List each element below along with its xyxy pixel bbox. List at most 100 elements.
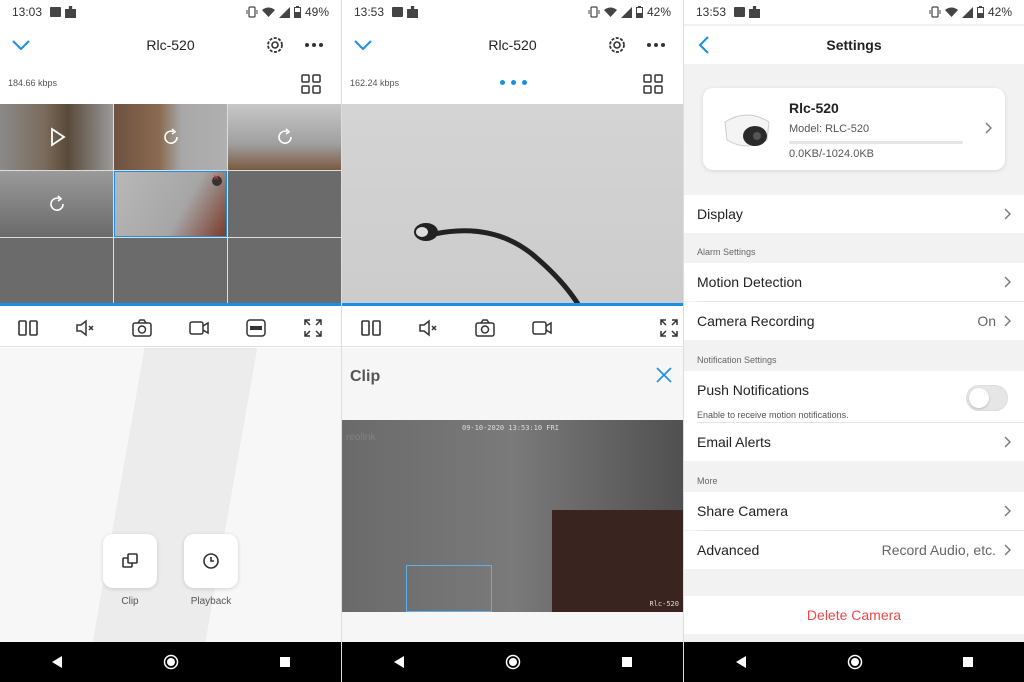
fullscreen-icon[interactable] — [302, 317, 324, 339]
live-video-feed[interactable] — [342, 104, 683, 304]
battery-icon — [293, 6, 301, 18]
push-notifications-subtitle: Enable to receive motion notifications. — [697, 410, 849, 420]
signal-icon — [961, 6, 973, 18]
camera-tile[interactable] — [114, 104, 227, 170]
split-view-icon[interactable] — [17, 317, 39, 339]
playback-action[interactable]: Playback — [184, 534, 238, 607]
recents-square-icon[interactable] — [621, 656, 633, 668]
chevron-down-icon[interactable] — [350, 32, 376, 58]
grid-layout-icon[interactable] — [301, 74, 321, 94]
playback-label: Playback — [190, 596, 232, 607]
split-view-icon[interactable] — [360, 317, 382, 339]
camera-tile[interactable] — [0, 171, 113, 237]
display-row[interactable]: Display — [684, 195, 1024, 233]
clip-sheet-title: Clip — [350, 368, 381, 385]
actions-area: Clip Playback — [0, 348, 341, 642]
back-triangle-icon[interactable] — [392, 655, 406, 669]
clip-label: Clip — [121, 596, 139, 607]
status-time: 13:53 — [354, 5, 385, 19]
share-camera-label: Share Camera — [697, 503, 789, 519]
camera-tile[interactable] — [0, 104, 113, 170]
email-alerts-row[interactable]: Email Alerts — [684, 423, 1024, 461]
clip-preview[interactable]: reolink 09-10-2020 13:53:10 FRI Rlc-520 — [342, 420, 683, 612]
alarm-settings-header: Alarm Settings — [697, 247, 756, 257]
mute-icon[interactable] — [74, 317, 96, 339]
snapshot-camera-icon[interactable] — [131, 317, 153, 339]
status-bar: 13:03 49% — [0, 0, 341, 24]
recents-square-icon[interactable] — [279, 656, 291, 668]
video-timestamp: 09-10-2020 13:53:10 FRI — [462, 424, 559, 432]
push-notifications-toggle[interactable] — [966, 385, 1008, 411]
vibrate-icon — [929, 6, 941, 18]
gear-icon[interactable] — [263, 33, 287, 57]
empty-tile[interactable] — [0, 238, 113, 304]
camera-grid — [0, 104, 341, 304]
play-icon[interactable] — [47, 127, 67, 147]
stream-progress-bar — [0, 303, 341, 306]
settings-screen: 13:53 42% Settings Rlc-520 Model: RLC-52… — [683, 0, 1024, 682]
home-circle-icon[interactable] — [847, 654, 863, 670]
page-title: Settings — [826, 37, 882, 53]
record-video-icon[interactable] — [531, 317, 553, 339]
status-time: 13:53 — [696, 5, 727, 19]
motion-detection-row[interactable]: Motion Detection — [684, 263, 1024, 301]
notification-settings-header: Notification Settings — [697, 355, 777, 365]
grid-layout-icon[interactable] — [643, 74, 663, 94]
storage-usage-bar — [789, 141, 963, 144]
reload-icon[interactable] — [161, 127, 181, 147]
chevron-right-icon — [1004, 276, 1011, 288]
camera-recording-value: On — [977, 313, 996, 329]
chevron-down-icon[interactable] — [8, 32, 34, 58]
quality-low-icon[interactable] — [245, 317, 267, 339]
empty-tile[interactable] — [228, 171, 341, 237]
camera-tile-selected[interactable] — [114, 171, 227, 237]
fullscreen-icon[interactable] — [658, 317, 680, 339]
back-triangle-icon[interactable] — [50, 655, 64, 669]
more-options-icon[interactable] — [301, 32, 327, 58]
recents-square-icon[interactable] — [962, 656, 974, 668]
camera-recording-row[interactable]: Camera Recording On — [684, 302, 1024, 340]
more-options-icon[interactable] — [643, 32, 669, 58]
gallery-notification-icon — [734, 7, 746, 17]
close-icon[interactable] — [655, 366, 673, 384]
wifi-icon — [603, 7, 617, 17]
more-header: More — [697, 476, 718, 486]
android-nav-bar — [684, 642, 1024, 682]
reload-icon[interactable] — [47, 194, 67, 214]
back-chevron-icon[interactable] — [692, 32, 718, 58]
app-header: Rlc-520 — [342, 26, 683, 64]
delete-camera-button[interactable]: Delete Camera — [684, 596, 1024, 634]
clip-button[interactable] — [103, 534, 157, 588]
signal-icon — [278, 6, 290, 18]
camera-tile[interactable] — [228, 104, 341, 170]
clip-action[interactable]: Clip — [103, 534, 157, 607]
home-circle-icon[interactable] — [163, 654, 179, 670]
lamp-scene — [414, 223, 581, 304]
empty-tile[interactable] — [114, 238, 227, 304]
android-nav-bar — [0, 642, 341, 682]
clip-selection-box[interactable] — [406, 565, 492, 612]
advanced-row[interactable]: Advanced Record Audio, etc. — [684, 531, 1024, 569]
storage-usage: 0.0KB/-1024.0KB — [789, 148, 875, 160]
live-toolbar — [342, 309, 683, 347]
back-triangle-icon[interactable] — [734, 655, 748, 669]
empty-tile[interactable] — [228, 238, 341, 304]
camera-title: Rlc-520 — [488, 37, 537, 53]
door-shape — [552, 510, 683, 612]
snapshot-camera-icon[interactable] — [474, 317, 496, 339]
device-model: Model: RLC-520 — [789, 123, 870, 135]
playback-button[interactable] — [184, 534, 238, 588]
reload-icon[interactable] — [275, 127, 295, 147]
record-video-icon[interactable] — [188, 317, 210, 339]
status-time: 13:03 — [12, 5, 43, 19]
chevron-right-icon — [1004, 315, 1011, 327]
gear-icon[interactable] — [605, 33, 629, 57]
clip-icon — [122, 553, 138, 568]
home-circle-icon[interactable] — [505, 654, 521, 670]
share-camera-row[interactable]: Share Camera — [684, 492, 1024, 530]
device-card[interactable]: Rlc-520 Model: RLC-520 0.0KB/-1024.0KB — [703, 88, 1005, 170]
mute-icon[interactable] — [417, 317, 439, 339]
chevron-right-icon — [985, 122, 992, 134]
settings-header: Settings — [684, 26, 1024, 64]
brand-watermark: reolink — [346, 432, 376, 443]
